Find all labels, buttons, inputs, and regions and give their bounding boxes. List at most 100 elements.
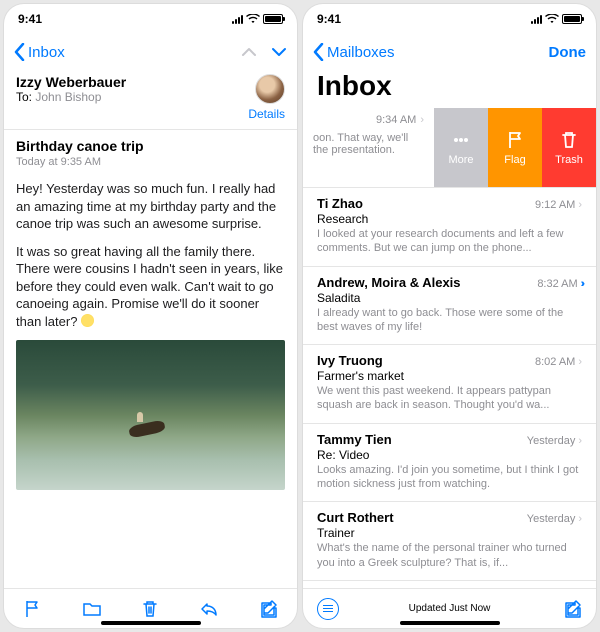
message-subject: Research <box>317 212 582 226</box>
mail-inbox-view: 9:41 Mailboxes Done Inbox 9:34 AM › oon. … <box>303 4 596 628</box>
next-message-button[interactable] <box>271 47 287 57</box>
wifi-icon <box>246 14 260 24</box>
message-header: Izzy Weberbauer To: John Bishop Details <box>4 70 297 121</box>
message-sender: Ivy Truong <box>317 353 383 368</box>
message-sender: Andrew, Moira & Alexis <box>317 275 461 290</box>
back-button[interactable]: Inbox <box>14 43 65 61</box>
message-list[interactable]: 9:34 AM › oon. That way, we'll the presen… <box>303 108 596 588</box>
chevron-left-icon <box>14 43 26 61</box>
chevron-right-icon: › <box>578 199 582 211</box>
wifi-icon <box>545 14 559 24</box>
compose-button[interactable] <box>248 594 288 624</box>
to-label: To: <box>16 90 32 104</box>
message-subject: Trainer <box>317 526 582 540</box>
message-time: 9:34 AM <box>376 114 416 126</box>
updated-status: Updated Just Now <box>409 603 491 614</box>
message-row[interactable]: Andrew, Moira & Alexis 8:32 AM ››Saladita… <box>303 267 596 346</box>
message-preview: We went this past weekend. It appears pa… <box>317 384 582 413</box>
status-bar: 9:41 <box>303 4 596 34</box>
message-time: 9:12 AM <box>535 199 575 211</box>
trash-button[interactable] <box>130 594 170 624</box>
message-preview: I already want to go back. Those were so… <box>317 306 582 335</box>
trash-icon <box>559 130 579 150</box>
compose-button[interactable] <box>562 599 582 619</box>
flag-button[interactable] <box>13 594 53 624</box>
swipe-label: Trash <box>555 154 583 166</box>
status-indicators <box>531 14 582 24</box>
forwarded-icon: ›› <box>581 278 582 290</box>
smile-emoji-icon <box>81 314 94 327</box>
message-timestamp: Today at 9:35 AM <box>4 154 297 174</box>
chevron-right-icon: › <box>578 513 582 525</box>
message-time: 8:02 AM <box>535 356 575 368</box>
filter-button[interactable] <box>317 598 339 620</box>
flag-icon <box>23 599 43 619</box>
swipe-trash-button[interactable]: Trash <box>542 108 596 187</box>
message-preview: oon. That way, we'll the presentation. <box>313 132 424 156</box>
chevron-right-icon: › <box>420 114 424 126</box>
prev-message-button[interactable] <box>241 47 257 57</box>
message-body: Hey! Yesterday was so much fun. I really… <box>4 174 297 588</box>
message-sender: Curt Rothert <box>317 510 394 525</box>
flag-icon <box>505 130 525 150</box>
page-title: Inbox <box>303 70 596 108</box>
status-time: 9:41 <box>317 12 341 26</box>
trash-icon <box>140 599 160 619</box>
message-row[interactable]: Tammy Tien Yesterday ›Re: VideoLooks amaz… <box>303 424 596 503</box>
reply-icon <box>199 599 219 619</box>
more-icon <box>451 130 471 150</box>
back-label: Inbox <box>28 44 65 61</box>
swipe-label: More <box>448 154 473 166</box>
recipient-row[interactable]: To: John Bishop <box>16 90 126 104</box>
home-indicator[interactable] <box>400 621 500 625</box>
swipe-more-button[interactable]: More <box>434 108 488 187</box>
move-button[interactable] <box>72 594 112 624</box>
message-subject: Saladita <box>317 291 582 305</box>
reply-button[interactable] <box>189 594 229 624</box>
message-sender: Ti Zhao <box>317 196 363 211</box>
back-button[interactable]: Mailboxes <box>313 43 395 61</box>
sender-avatar[interactable] <box>255 74 285 104</box>
attached-photo[interactable] <box>16 340 285 490</box>
message-row[interactable]: Ti Zhao 9:12 AM ›ResearchI looked at your… <box>303 188 596 267</box>
message-time: Yesterday <box>527 435 576 447</box>
status-bar: 9:41 <box>4 4 297 34</box>
message-subject: Farmer's market <box>317 369 582 383</box>
message-row[interactable]: Ivy Truong 8:02 AM ›Farmer's marketWe wen… <box>303 345 596 424</box>
recipient-name: John Bishop <box>35 90 101 104</box>
message-time: Yesterday <box>527 513 576 525</box>
swiped-message-row[interactable]: 9:34 AM › oon. That way, we'll the presen… <box>303 108 596 188</box>
message-preview: Looks amazing. I'd join you sometime, bu… <box>317 463 582 492</box>
cellular-icon <box>531 15 542 24</box>
message-preview: What's the name of the personal trainer … <box>317 541 582 570</box>
message-time: 8:32 AM <box>537 278 577 290</box>
home-indicator[interactable] <box>101 621 201 625</box>
folder-icon <box>82 599 102 619</box>
battery-icon <box>263 14 283 24</box>
done-button[interactable]: Done <box>549 44 587 61</box>
message-sender: Tammy Tien <box>317 432 392 447</box>
body-paragraph: It was so great having all the family th… <box>16 243 285 331</box>
mail-message-view: 9:41 Inbox Izzy Weberbauer To: John Bish… <box>4 4 297 628</box>
swipe-label: Flag <box>504 154 525 166</box>
filter-icon <box>323 608 333 610</box>
details-button[interactable]: Details <box>248 107 285 121</box>
swipe-flag-button[interactable]: Flag <box>488 108 542 187</box>
body-paragraph: Hey! Yesterday was so much fun. I really… <box>16 180 285 233</box>
chevron-right-icon: › <box>578 435 582 447</box>
message-preview: I looked at your research documents and … <box>317 227 582 256</box>
cellular-icon <box>232 15 243 24</box>
battery-icon <box>562 14 582 24</box>
message-row[interactable]: Curt Rothert Yesterday ›TrainerWhat's the… <box>303 502 596 581</box>
message-subject: Re: Video <box>317 448 582 462</box>
back-label: Mailboxes <box>327 44 395 61</box>
chevron-left-icon <box>313 43 325 61</box>
status-indicators <box>232 14 283 24</box>
chevron-right-icon: › <box>578 356 582 368</box>
message-subject: Birthday canoe trip <box>4 130 297 154</box>
status-time: 9:41 <box>18 12 42 26</box>
nav-bar: Mailboxes Done <box>303 34 596 70</box>
sender-name[interactable]: Izzy Weberbauer <box>16 74 126 90</box>
nav-bar: Inbox <box>4 34 297 70</box>
compose-icon <box>258 599 278 619</box>
